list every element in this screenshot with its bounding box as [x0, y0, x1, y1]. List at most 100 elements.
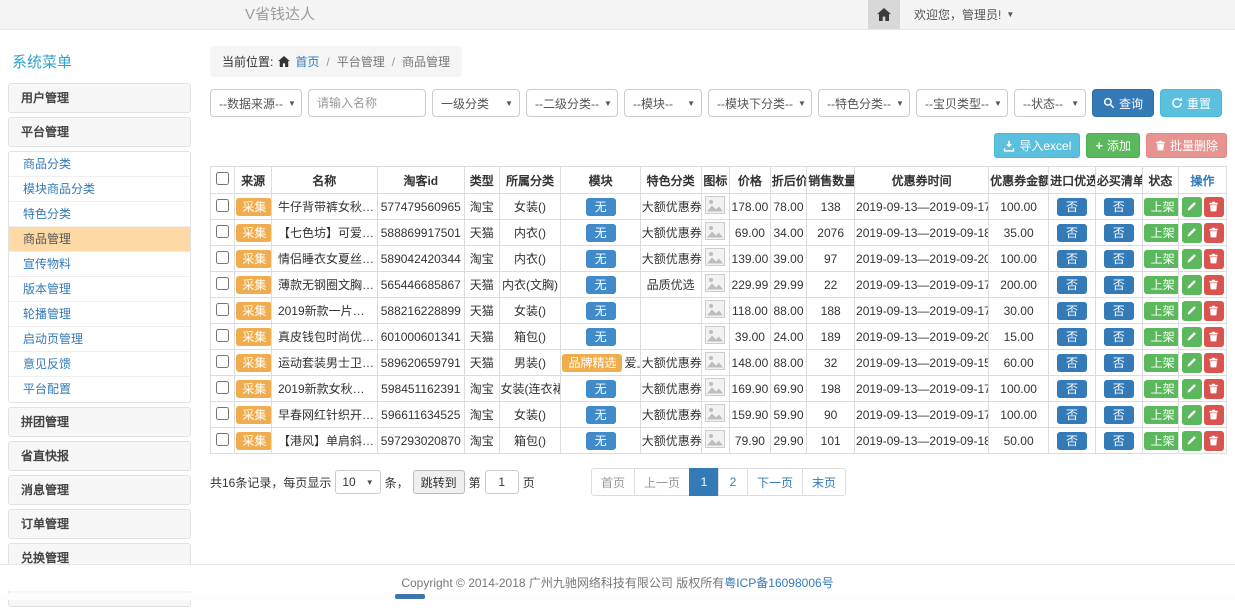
feature-category-select[interactable]: --特色分类--▼ [818, 89, 910, 117]
import-select-toggle[interactable]: 否 [1057, 380, 1087, 398]
edit-button[interactable] [1182, 431, 1202, 451]
page-button-5[interactable]: 末页 [802, 468, 846, 496]
row-checkbox[interactable] [216, 407, 229, 420]
data-source-select[interactable]: --数据来源--▼ [210, 89, 302, 117]
must-buy-toggle[interactable]: 否 [1104, 380, 1134, 398]
status-button[interactable]: 上架 [1144, 380, 1179, 398]
page-button-1[interactable]: 上一页 [634, 468, 690, 496]
delete-button[interactable] [1204, 301, 1224, 321]
sidebar-item-1-8[interactable]: 意见反馈 [9, 352, 190, 377]
edit-button[interactable] [1182, 275, 1202, 295]
user-menu[interactable]: 欢迎您，管理员! ▼ [914, 6, 1014, 23]
row-checkbox[interactable] [216, 251, 229, 264]
batch-delete-button[interactable]: 批量删除 [1146, 133, 1227, 158]
home-button[interactable] [868, 0, 900, 29]
sidebar-item-1-5[interactable]: 版本管理 [9, 277, 190, 302]
edit-button[interactable] [1182, 327, 1202, 347]
select-all-checkbox[interactable] [216, 172, 229, 185]
must-buy-toggle[interactable]: 否 [1104, 224, 1134, 242]
import-select-toggle[interactable]: 否 [1057, 198, 1087, 216]
row-checkbox[interactable] [216, 433, 229, 446]
import-select-toggle[interactable]: 否 [1057, 224, 1087, 242]
delete-button[interactable] [1204, 249, 1224, 269]
per-page-select[interactable]: 10 ▼ [335, 470, 380, 494]
icp-link[interactable]: 粤ICP备16098006号 [724, 576, 833, 590]
row-checkbox[interactable] [216, 355, 229, 368]
row-checkbox[interactable] [216, 277, 229, 290]
breadcrumb-home-link[interactable]: 首页 [295, 53, 319, 70]
delete-button[interactable] [1204, 223, 1224, 243]
row-checkbox[interactable] [216, 199, 229, 212]
delete-button[interactable] [1204, 275, 1224, 295]
delete-button[interactable] [1204, 327, 1224, 347]
must-buy-toggle[interactable]: 否 [1104, 432, 1134, 450]
delete-button[interactable] [1204, 379, 1224, 399]
status-button[interactable]: 上架 [1144, 276, 1179, 294]
import-select-toggle[interactable]: 否 [1057, 250, 1087, 268]
status-select[interactable]: --状态--▼ [1014, 89, 1086, 117]
module-select[interactable]: --模块--▼ [624, 89, 702, 117]
import-excel-button[interactable]: 导入excel [994, 133, 1080, 158]
must-buy-toggle[interactable]: 否 [1104, 328, 1134, 346]
import-select-toggle[interactable]: 否 [1057, 276, 1087, 294]
sidebar-item-1-1[interactable]: 模块商品分类 [9, 177, 190, 202]
name-search-input[interactable] [308, 89, 426, 117]
must-buy-toggle[interactable]: 否 [1104, 198, 1134, 216]
sidebar-group-2[interactable]: 拼团管理 [8, 407, 191, 437]
delete-button[interactable] [1204, 405, 1224, 425]
status-button[interactable]: 上架 [1144, 250, 1179, 268]
import-select-toggle[interactable]: 否 [1057, 406, 1087, 424]
edit-button[interactable] [1182, 405, 1202, 425]
page-button-3[interactable]: 2 [718, 468, 748, 496]
status-button[interactable]: 上架 [1144, 302, 1179, 320]
add-button[interactable]: + 添加 [1086, 133, 1140, 158]
sidebar-item-1-2[interactable]: 特色分类 [9, 202, 190, 227]
status-button[interactable]: 上架 [1144, 224, 1179, 242]
delete-button[interactable] [1204, 431, 1224, 451]
must-buy-toggle[interactable]: 否 [1104, 406, 1134, 424]
import-select-toggle[interactable]: 否 [1057, 328, 1087, 346]
status-button[interactable]: 上架 [1144, 406, 1179, 424]
delete-button[interactable] [1204, 197, 1224, 217]
sidebar-group-4[interactable]: 消息管理 [8, 475, 191, 505]
scrollbar-thumb[interactable] [395, 594, 425, 599]
page-number-input[interactable] [485, 470, 519, 494]
sidebar-item-1-0[interactable]: 商品分类 [9, 152, 190, 177]
level1-category-select[interactable]: 一级分类▼ [432, 89, 520, 117]
page-button-0[interactable]: 首页 [591, 468, 635, 496]
search-button[interactable]: 查询 [1092, 89, 1154, 117]
sidebar-group-5[interactable]: 订单管理 [8, 509, 191, 539]
sidebar-group-1[interactable]: 平台管理 [8, 117, 191, 147]
page-button-2[interactable]: 1 [689, 468, 719, 496]
must-buy-toggle[interactable]: 否 [1104, 276, 1134, 294]
edit-button[interactable] [1182, 197, 1202, 217]
status-button[interactable]: 上架 [1144, 354, 1179, 372]
import-select-toggle[interactable]: 否 [1057, 432, 1087, 450]
must-buy-toggle[interactable]: 否 [1104, 250, 1134, 268]
row-checkbox[interactable] [216, 225, 229, 238]
delete-button[interactable] [1204, 353, 1224, 373]
row-checkbox[interactable] [216, 329, 229, 342]
level2-category-select[interactable]: --二级分类--▼ [526, 89, 618, 117]
must-buy-toggle[interactable]: 否 [1104, 354, 1134, 372]
item-type-select[interactable]: --宝贝类型--▼ [916, 89, 1008, 117]
horizontal-scrollbar[interactable] [0, 593, 1235, 600]
edit-button[interactable] [1182, 353, 1202, 373]
import-select-toggle[interactable]: 否 [1057, 354, 1087, 372]
status-button[interactable]: 上架 [1144, 198, 1179, 216]
page-button-4[interactable]: 下一页 [747, 468, 803, 496]
edit-button[interactable] [1182, 249, 1202, 269]
status-button[interactable]: 上架 [1144, 432, 1179, 450]
sidebar-group-3[interactable]: 省直快报 [8, 441, 191, 471]
import-select-toggle[interactable]: 否 [1057, 302, 1087, 320]
edit-button[interactable] [1182, 301, 1202, 321]
sidebar-item-1-9[interactable]: 平台配置 [9, 377, 190, 402]
sidebar-group-0[interactable]: 用户管理 [8, 83, 191, 113]
must-buy-toggle[interactable]: 否 [1104, 302, 1134, 320]
edit-button[interactable] [1182, 379, 1202, 399]
sidebar-item-1-7[interactable]: 启动页管理 [9, 327, 190, 352]
module-subcategory-select[interactable]: --模块下分类--▼ [708, 89, 812, 117]
jump-button[interactable]: 跳转到 [413, 470, 465, 494]
status-button[interactable]: 上架 [1144, 328, 1179, 346]
sidebar-item-1-3[interactable]: 商品管理 [9, 227, 190, 252]
